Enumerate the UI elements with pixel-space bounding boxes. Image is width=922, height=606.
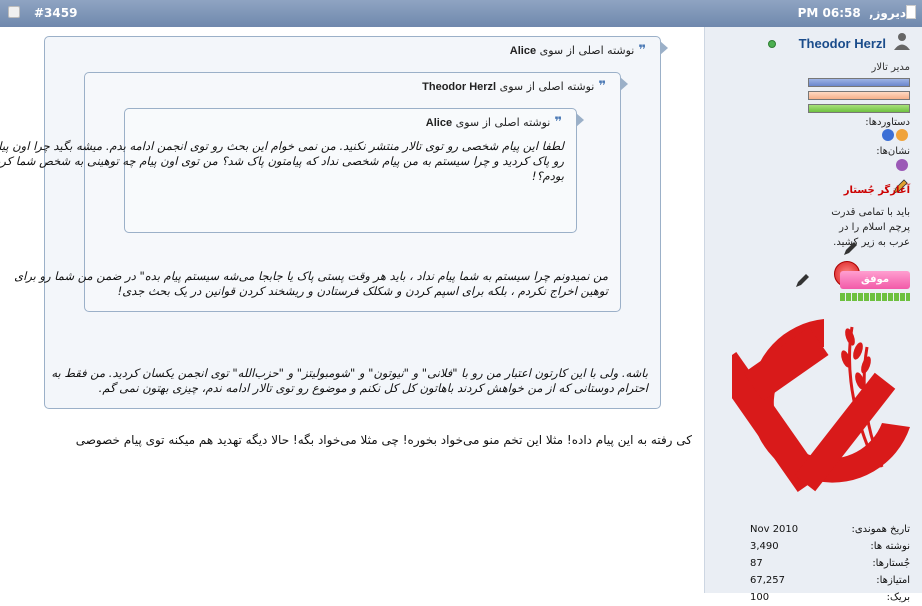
quote-arrow-icon: [660, 41, 668, 55]
quote-header: ❞نوشته اصلی از سوی Alice: [510, 43, 646, 58]
quote-author-link[interactable]: Alice: [426, 117, 452, 129]
hammer-sickle-avatar: [732, 319, 910, 493]
quote-header: ❞نوشته اصلی از سوی Theodor Herzl: [422, 79, 606, 94]
quote-author-link[interactable]: Theodor Herzl: [422, 81, 496, 93]
stat-value: 67,257: [750, 575, 785, 586]
user-profile-icon[interactable]: [892, 31, 912, 51]
stat-row: جُستارها: 87: [750, 555, 910, 572]
quote-text: باشه. ولی با این کارتون اعتبار من رو با …: [51, 366, 648, 395]
user-stats: تاریخ هموندی: Nov 2010 نوشته ها: 3,490 ج…: [750, 521, 910, 606]
stat-label: بریک:: [886, 592, 910, 603]
username-link[interactable]: Theodor Herzl: [799, 36, 886, 51]
stat-value: 100: [750, 592, 770, 603]
post-number-link[interactable]: #3459: [34, 6, 77, 20]
stat-label: تاریخ هموندی:: [851, 524, 910, 535]
quote-header-prefix: نوشته اصلی از سوی: [539, 44, 635, 57]
stat-row: بریک: 100: [750, 589, 910, 606]
stat-label: امتیازها:: [876, 575, 910, 586]
stat-value: 87: [750, 558, 763, 569]
stat-row: نوشته ها: 3,490: [750, 538, 910, 555]
achievement-icon[interactable]: [882, 129, 894, 141]
document-icon: [906, 5, 916, 19]
user-info-panel: Theodor Herzl مدیر تالار دستاوردها: نشان…: [704, 27, 922, 603]
quote-arrow-icon: [620, 77, 628, 91]
quote-header-prefix: نوشته اصلی از سوی: [499, 80, 595, 93]
achievements-label: دستاوردها:: [865, 117, 910, 128]
quote-author-link[interactable]: Alice: [510, 45, 536, 57]
post-date: دیروز, 06:58 PM: [798, 6, 906, 20]
edit-pencil-icon: [844, 242, 857, 255]
online-status-icon: [768, 40, 776, 48]
mood-pencil-icon: [796, 274, 809, 287]
reputation-bar: [840, 293, 910, 301]
quote-block-inner: ❞نوشته اصلی از سوی Alice لطفا این پیام ش…: [0, 108, 584, 233]
time-label: 06:58 PM: [797, 6, 861, 20]
select-post-checkbox[interactable]: [8, 6, 20, 18]
medals-label: نشان‌ها:: [876, 146, 910, 157]
quote-text: من نمیدونم چرا سیستم به شما پیام نداد ، …: [14, 269, 608, 298]
achievement-icon[interactable]: [896, 129, 908, 141]
rank-bar-peach: [808, 91, 910, 100]
stat-label: جُستارها:: [872, 558, 910, 569]
quote-header-prefix: نوشته اصلی از سوی: [455, 116, 551, 129]
post-reply-text: کی رفته به این پیام داده! مثلا این تخم م…: [75, 433, 692, 447]
quote-header: ❞نوشته اصلی از سوی Alice: [426, 115, 562, 130]
quote-icon: ❞: [554, 115, 562, 130]
rank-bar-blue: [808, 78, 910, 87]
stat-row: تاریخ هموندی: Nov 2010: [750, 521, 910, 538]
mood-badge: موفق: [840, 271, 910, 289]
user-title: مدیر تالار: [871, 62, 910, 73]
stat-label: نوشته ها:: [870, 541, 910, 552]
rank-bar-green: [808, 104, 910, 113]
quote-text: لطفا این پیام شخصی رو توی تالار منتشر نک…: [0, 139, 564, 183]
stat-row: امتیازها: 67,257: [750, 572, 910, 589]
medal-icon[interactable]: [896, 159, 908, 171]
post-header: دیروز, 06:58 PM #3459: [0, 0, 922, 27]
quote-block-outer: ❞نوشته اصلی از سوی Alice ❞نوشته اصلی از …: [0, 36, 668, 409]
post-body: ❞نوشته اصلی از سوی Alice ❞نوشته اصلی از …: [0, 27, 704, 593]
quote-icon: ❞: [638, 43, 646, 58]
quote-icon: ❞: [598, 79, 606, 94]
quote-block-middle: ❞نوشته اصلی از سوی Theodor Herzl ❞نوشته …: [0, 72, 628, 312]
date-label: دیروز,: [868, 6, 906, 20]
stat-value: 3,490: [750, 541, 779, 552]
thread-starter-label: آغازگر جُستار: [843, 185, 910, 196]
quote-arrow-icon: [576, 113, 584, 127]
stat-value: Nov 2010: [750, 524, 799, 535]
